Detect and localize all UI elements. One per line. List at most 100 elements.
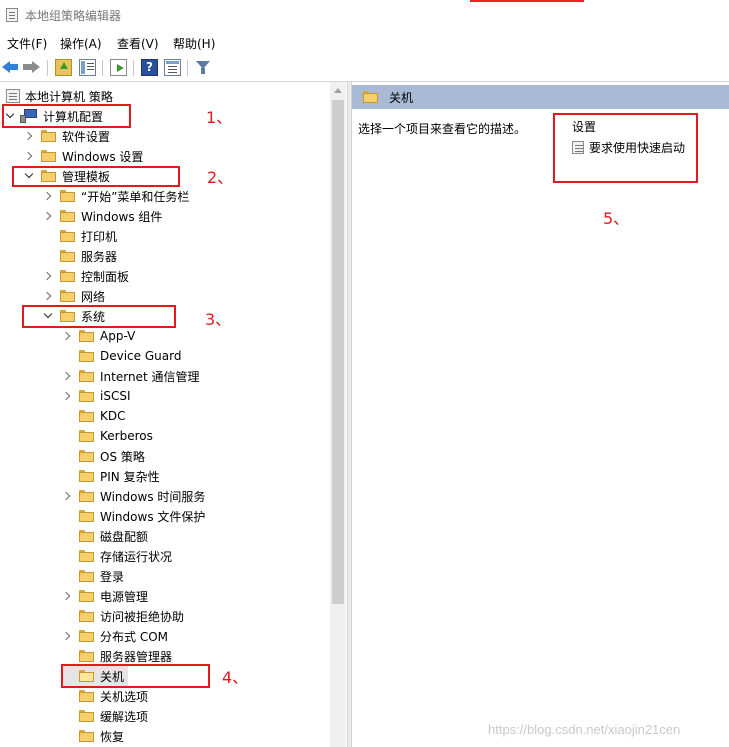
- annotation-box-2: [12, 166, 180, 187]
- folder-icon: [79, 630, 94, 642]
- menu-view[interactable]: 查看(V): [117, 35, 159, 52]
- chevron-right-icon[interactable]: [61, 626, 74, 646]
- tree-item-label: PIN 复杂性: [100, 469, 160, 484]
- tree-item[interactable]: “开始”菜单和任务栏: [42, 186, 189, 206]
- tree-item[interactable]: App-V: [61, 326, 135, 346]
- toolbar-separator: [133, 60, 134, 76]
- annotation-label-5: 5、: [603, 209, 630, 228]
- tree-scrollbar[interactable]: [330, 82, 346, 747]
- tree-item[interactable]: Windows 时间服务: [61, 486, 205, 506]
- scroll-thumb[interactable]: [332, 100, 344, 604]
- folder-icon: [79, 330, 94, 342]
- tree-item-label: Internet 通信管理: [100, 369, 200, 384]
- folder-icon: [79, 730, 94, 742]
- tree-item[interactable]: 服务器: [42, 246, 117, 266]
- chevron-right-icon[interactable]: [61, 586, 74, 606]
- tree-item[interactable]: 关机选项: [61, 686, 148, 706]
- folder-icon: [41, 150, 56, 162]
- tree-item[interactable]: 打印机: [42, 226, 117, 246]
- up-folder-icon[interactable]: [55, 59, 72, 76]
- help-icon[interactable]: ?: [141, 59, 158, 76]
- tree-item-label: Windows 文件保护: [100, 509, 206, 524]
- tree-item[interactable]: 恢复: [61, 726, 124, 746]
- tree-item-label: 控制面板: [81, 269, 130, 284]
- tree-item-label: 服务器管理器: [100, 649, 173, 664]
- tree-item[interactable]: 磁盘配额: [61, 526, 148, 546]
- folder-icon: [79, 390, 94, 402]
- tree-item-label: 恢复: [100, 729, 125, 744]
- tree-item[interactable]: OS 策略: [61, 446, 145, 466]
- tree-item-label: 服务器: [81, 249, 118, 264]
- tree-item[interactable]: 电源管理: [61, 586, 148, 606]
- folder-icon: [79, 570, 94, 582]
- tree-item-label: Windows 设置: [62, 149, 144, 164]
- tree-item[interactable]: Windows 设置: [23, 146, 143, 166]
- tree-item[interactable]: 访问被拒绝协助: [61, 606, 184, 626]
- properties-view-icon[interactable]: [164, 59, 181, 76]
- chevron-right-icon[interactable]: [61, 366, 74, 386]
- menu-file[interactable]: 文件(F): [7, 35, 47, 52]
- menu-action[interactable]: 操作(A): [60, 35, 102, 52]
- folder-icon: [60, 290, 75, 302]
- toolbar-separator: [47, 60, 48, 76]
- show-tree-icon[interactable]: [79, 59, 96, 76]
- tree-item-label: 磁盘配额: [100, 529, 149, 544]
- tree-item[interactable]: Internet 通信管理: [61, 366, 199, 386]
- chevron-right-icon[interactable]: [61, 326, 74, 346]
- tree-item[interactable]: 网络: [42, 286, 105, 306]
- toolbar-separator: [187, 60, 188, 76]
- tree-item-label: KDC: [100, 409, 126, 423]
- tree-item[interactable]: 控制面板: [42, 266, 129, 286]
- back-arrow-icon[interactable]: [2, 59, 19, 76]
- export-list-icon[interactable]: [110, 59, 127, 76]
- chevron-right-icon[interactable]: [23, 146, 36, 166]
- folder-icon: [79, 430, 94, 442]
- chevron-right-icon[interactable]: [42, 186, 55, 206]
- tree-item[interactable]: 服务器管理器: [61, 646, 172, 666]
- chevron-right-icon[interactable]: [61, 386, 74, 406]
- filter-icon[interactable]: [195, 59, 212, 76]
- tree-item[interactable]: Device Guard: [61, 346, 181, 366]
- folder-icon: [79, 650, 94, 662]
- tree-item[interactable]: 软件设置: [23, 126, 110, 146]
- annotation-box-4: [61, 664, 210, 688]
- tree-item[interactable]: 分布式 COM: [61, 626, 168, 646]
- chevron-right-icon[interactable]: [61, 486, 74, 506]
- tree-item[interactable]: 登录: [61, 566, 124, 586]
- folder-icon: [60, 230, 75, 242]
- tree-item[interactable]: Windows 组件: [42, 206, 162, 226]
- title-bar: 本地组策略编辑器: [0, 0, 729, 30]
- tree-item[interactable]: 缓解选项: [61, 706, 148, 726]
- detail-header: 关机: [352, 85, 729, 109]
- scroll-up-icon[interactable]: [334, 88, 342, 93]
- tree-item[interactable]: Kerberos: [61, 426, 153, 446]
- tree-item-label: 分布式 COM: [100, 629, 168, 644]
- tree-item[interactable]: PIN 复杂性: [61, 466, 160, 486]
- folder-icon: [60, 250, 75, 262]
- policy-editor-icon: [6, 8, 18, 22]
- tree-item[interactable]: 存储运行状况: [61, 546, 172, 566]
- chevron-right-icon[interactable]: [42, 286, 55, 306]
- folder-icon: [60, 270, 75, 282]
- toolbar-separator: [102, 60, 103, 76]
- chevron-right-icon[interactable]: [42, 206, 55, 226]
- toolbar: ?: [0, 56, 729, 80]
- folder-icon: [79, 590, 94, 602]
- annotation-label-3: 3、: [205, 310, 232, 329]
- folder-icon: [79, 530, 94, 542]
- chevron-right-icon[interactable]: [42, 266, 55, 286]
- tree-item[interactable]: Windows 文件保护: [61, 506, 205, 526]
- chevron-right-icon[interactable]: [23, 126, 36, 146]
- menu-help[interactable]: 帮助(H): [173, 35, 215, 52]
- folder-icon: [79, 450, 94, 462]
- forward-arrow-icon[interactable]: [23, 59, 40, 76]
- tree-item[interactable]: 本地计算机 策略: [4, 86, 113, 106]
- tree-item[interactable]: iSCSI: [61, 386, 131, 406]
- folder-icon: [79, 350, 94, 362]
- tree-item[interactable]: KDC: [61, 406, 126, 426]
